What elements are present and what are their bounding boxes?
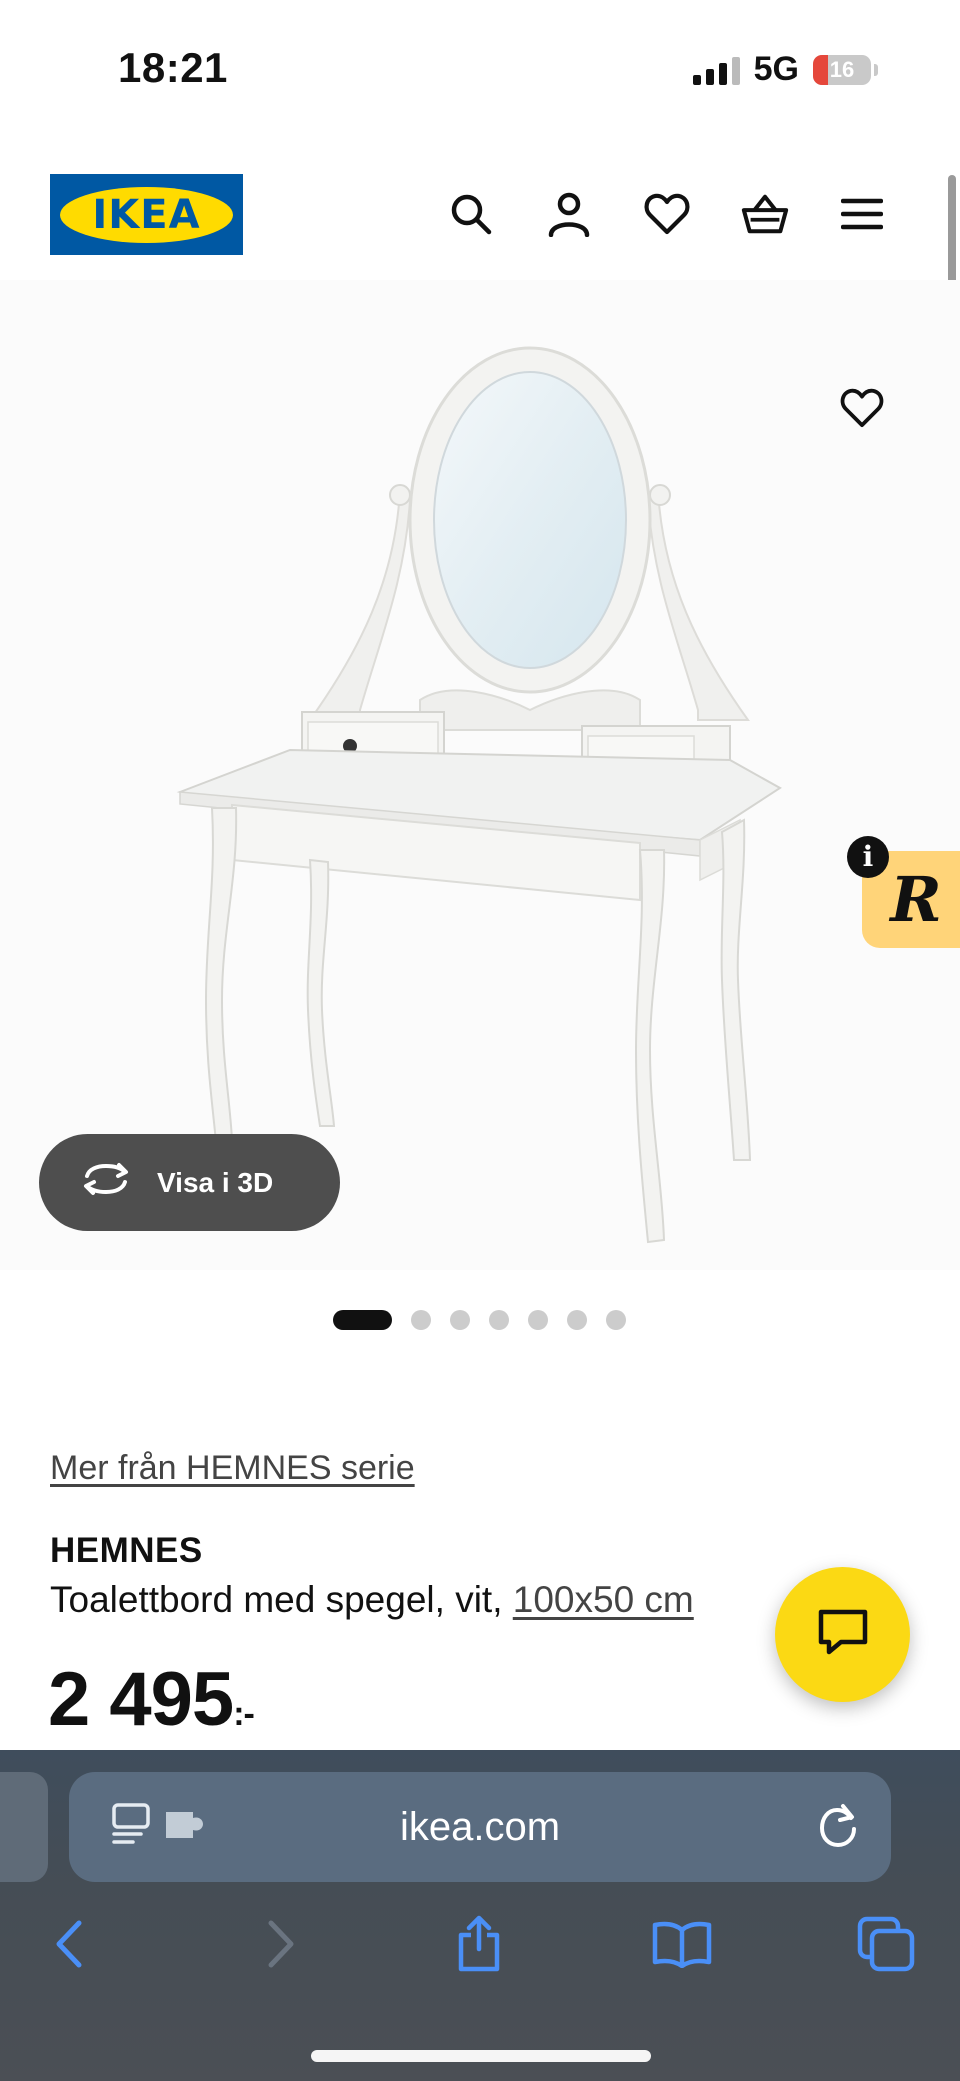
pagination-dot[interactable] — [333, 1310, 392, 1330]
battery-icon: 16 — [813, 54, 871, 85]
status-time: 18:21 — [118, 44, 228, 91]
battery-level: 16 — [829, 56, 855, 82]
chat-icon — [817, 1608, 869, 1661]
tabs-icon[interactable] — [855, 1913, 917, 1975]
product-description-text: Toalettbord med spegel, vit, — [50, 1579, 513, 1620]
status-indicators: 5G 16 — [692, 50, 878, 89]
product-image[interactable] — [0, 280, 960, 1270]
bookmarks-icon[interactable] — [651, 1913, 713, 1975]
info-icon[interactable]: i — [847, 836, 889, 878]
pagination-dot[interactable] — [450, 1310, 470, 1330]
menu-icon[interactable] — [838, 188, 886, 240]
account-icon[interactable] — [545, 188, 593, 240]
chat-button[interactable] — [775, 1567, 910, 1702]
search-icon[interactable] — [447, 188, 495, 240]
address-bar[interactable]: ikea.com — [69, 1772, 891, 1882]
basket-icon[interactable] — [741, 188, 789, 240]
price-value: 2 495 — [48, 1657, 234, 1742]
r-badge-letter: R — [890, 863, 942, 936]
pagination-dot[interactable] — [411, 1310, 431, 1330]
ikea-logo[interactable]: IKEA — [50, 174, 243, 255]
product-size-link[interactable]: 100x50 cm — [513, 1579, 694, 1620]
previous-tab-peek[interactable] — [0, 1772, 48, 1882]
url-text: ikea.com — [399, 1805, 561, 1849]
rotate-3d-icon — [81, 1162, 131, 1203]
pagination-dot[interactable] — [567, 1310, 587, 1330]
view-3d-button[interactable]: Visa i 3D — [39, 1134, 340, 1231]
back-arrow-icon[interactable] — [40, 1913, 102, 1975]
battery-tip — [874, 63, 878, 76]
product-price: 2 495:- — [48, 1656, 255, 1743]
pagination-dot[interactable] — [528, 1310, 548, 1330]
logo-text: IKEA — [92, 191, 201, 238]
image-pagination[interactable] — [333, 1310, 626, 1330]
signal-icon — [692, 55, 740, 85]
reload-icon[interactable] — [817, 1802, 861, 1855]
heart-icon[interactable] — [643, 188, 691, 240]
network-type: 5G — [753, 50, 799, 88]
pagination-dot[interactable] — [489, 1310, 509, 1330]
home-indicator[interactable] — [311, 2050, 651, 2062]
product-description: Toalettbord med spegel, vit, 100x50 cm — [50, 1579, 694, 1621]
view-3d-label: Visa i 3D — [157, 1166, 274, 1198]
series-link[interactable]: Mer från HEMNES serie — [50, 1449, 415, 1488]
price-suffix: :- — [233, 1695, 255, 1733]
favorite-heart-icon[interactable] — [836, 382, 888, 434]
logo-oval: IKEA — [60, 186, 233, 243]
share-icon[interactable] — [448, 1913, 510, 1975]
product-name: HEMNES — [50, 1531, 203, 1570]
forward-arrow-icon[interactable] — [248, 1913, 310, 1975]
pagination-dot[interactable] — [606, 1310, 626, 1330]
